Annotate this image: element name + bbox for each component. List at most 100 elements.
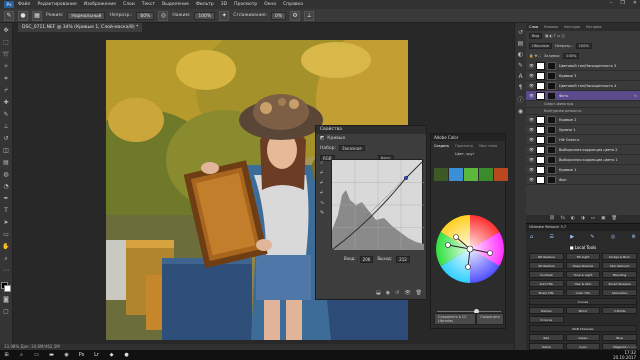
save-to-libraries-button[interactable]: Сохранить в CC Libraries: [434, 313, 477, 325]
visibility-eye-icon[interactable]: 👁: [529, 147, 536, 152]
delete-icon[interactable]: 🗑: [416, 290, 422, 296]
visibility-eye-icon[interactable]: 👁: [529, 83, 536, 88]
browser-icon[interactable]: ◉: [63, 352, 70, 359]
maximize-button[interactable]: ❐: [620, 0, 624, 6]
layer-mask-thumbnail[interactable]: [547, 115, 556, 124]
home-icon[interactable]: ⌂: [530, 234, 533, 240]
local-tool-button[interactable]: Dodge & Burn: [602, 253, 637, 260]
menu-item[interactable]: Текст: [142, 2, 155, 7]
rgb-channel-button[interactable]: Green: [565, 334, 601, 341]
save-button[interactable]: Сохранить: [476, 313, 504, 325]
stamp-tool-icon[interactable]: ⊥: [2, 122, 11, 131]
quick-mask-icon[interactable]: ◙: [2, 295, 11, 304]
local-tool-button[interactable]: Tone & Light: [565, 271, 601, 278]
type-tool-icon[interactable]: T: [2, 206, 11, 215]
tab-channels[interactable]: Каналы: [544, 23, 558, 31]
color-swatches[interactable]: [1, 282, 11, 292]
swatch[interactable]: [479, 168, 493, 181]
layer-row[interactable]: 👁 Фото fx: [526, 91, 640, 101]
layer-mask-thumbnail[interactable]: [547, 155, 556, 164]
smoothing-field[interactable]: 0%: [270, 11, 287, 20]
layer-row[interactable]: Контурная резкость: [526, 108, 640, 115]
menu-item[interactable]: Выделение: [162, 2, 189, 7]
move-tool-icon[interactable]: ✥: [2, 26, 11, 35]
opacity-field[interactable]: 60%: [136, 11, 155, 20]
local-tool-button[interactable]: Smart Sharpen: [602, 280, 637, 287]
layers-footer-icon[interactable]: 🗑: [611, 215, 617, 223]
target-icon[interactable]: ◎: [611, 234, 615, 240]
blend-mode-dropdown[interactable]: Обычные: [529, 43, 552, 49]
layer-effects-badge[interactable]: fx: [634, 94, 637, 98]
lasso-tool-icon[interactable]: ➰: [2, 50, 11, 59]
menu-item[interactable]: Слои: [123, 2, 135, 7]
layer-mask-thumbnail[interactable]: [547, 175, 556, 184]
swatch[interactable]: [464, 168, 478, 181]
layer-row[interactable]: 👁 Кривые 2: [526, 115, 640, 125]
rgb-channel-button[interactable]: Red: [529, 334, 564, 341]
layer-mask-thumbnail[interactable]: [547, 165, 556, 174]
mode-dropdown[interactable]: Нормальный: [67, 11, 106, 20]
filter-icons[interactable]: ▦ ◐ T ▭ ◫: [545, 34, 565, 38]
brush-tool-icon[interactable]: ✎: [4, 10, 14, 21]
play-icon[interactable]: ▶: [570, 234, 574, 240]
curve-tool-button[interactable]: Darken: [529, 307, 564, 314]
visibility-eye-icon[interactable]: 👁: [529, 63, 536, 68]
brush-icon[interactable]: ✎: [590, 234, 594, 240]
menu-item[interactable]: 3D: [221, 2, 227, 7]
menu-item[interactable]: Фильтр: [196, 2, 214, 7]
layer-row[interactable]: 👁 Выборочная коррекция цвета 1: [526, 155, 640, 165]
local-tool-button[interactable]: Hair & Skin: [565, 280, 601, 287]
tab-paths[interactable]: Контуры: [564, 23, 580, 31]
pressure-opacity-icon[interactable]: ◎: [158, 10, 169, 21]
close-button[interactable]: ✕: [633, 0, 637, 6]
clip-to-layer-icon[interactable]: ⬓: [376, 290, 381, 296]
visibility-eye-icon[interactable]: 👁: [529, 137, 536, 142]
quick-select-tool-icon[interactable]: ✧: [2, 62, 11, 71]
character-icon[interactable]: A: [518, 73, 522, 80]
eyedropper-tool-icon[interactable]: ⌿: [2, 86, 11, 95]
app-icon[interactable]: ●: [123, 352, 130, 359]
layer-row[interactable]: 👁 Фон: [526, 175, 640, 185]
layer-fill-field[interactable]: 100%: [563, 53, 580, 59]
photoshop-taskbar-icon[interactable]: Ps: [78, 352, 85, 359]
visibility-eye-icon[interactable]: 👁: [529, 167, 536, 172]
layer-mask-thumbnail[interactable]: [547, 71, 556, 80]
layers-footer-icon[interactable]: ⛓: [549, 215, 555, 223]
tab-create[interactable]: Создать: [434, 144, 449, 148]
curve-point-icon[interactable]: ∿: [320, 200, 328, 206]
path-select-tool-icon[interactable]: ➤: [2, 218, 11, 227]
layers-footer-icon[interactable]: ◑: [581, 215, 585, 223]
menu-item[interactable]: Редактирование: [37, 2, 76, 7]
layers-footer-icon[interactable]: ▭: [591, 215, 595, 223]
layer-row[interactable]: 👁 Уровни 1: [526, 125, 640, 135]
history-icon[interactable]: ↺: [518, 29, 523, 36]
output-value[interactable]: 212: [396, 256, 410, 263]
airbrush-icon[interactable]: ✦: [219, 10, 230, 21]
white-point-eyedropper-icon[interactable]: ⌿: [320, 190, 328, 196]
search-icon[interactable]: ⌕: [18, 352, 25, 359]
tab-layers[interactable]: Слои: [529, 23, 538, 31]
eraser-tool-icon[interactable]: ◫: [2, 146, 11, 155]
brush-settings-icon[interactable]: ✎: [518, 62, 523, 69]
layers-footer-icon[interactable]: ▣: [601, 215, 605, 223]
document-tab[interactable]: DSC_0711.NEF @ 34% (Кривые 1, Слой-маска…: [18, 23, 143, 32]
brush-settings-icon[interactable]: ▦: [32, 10, 42, 21]
input-value[interactable]: 206: [359, 256, 374, 263]
layer-opacity-field[interactable]: 100%: [575, 43, 592, 49]
color-wheel[interactable]: [435, 214, 505, 284]
curve-tool-button[interactable]: 3 Points: [602, 307, 637, 314]
system-clock[interactable]: 17:32 20.10.2017: [613, 350, 636, 360]
properties-icon[interactable]: ▤: [518, 40, 524, 47]
hand-tool-icon[interactable]: ✋: [2, 242, 11, 251]
info-icon[interactable]: ⓘ: [517, 95, 523, 104]
menu-item[interactable]: Изображение: [84, 2, 116, 7]
gray-point-eyedropper-icon[interactable]: ⌿: [320, 180, 328, 186]
layer-mask-thumbnail[interactable]: [547, 135, 556, 144]
crop-tool-icon[interactable]: ⌗: [2, 74, 11, 83]
layer-kind-filter[interactable]: Вид: [529, 33, 543, 39]
curve-tool-button[interactable]: S Curve: [529, 316, 564, 323]
brush-tool-icon[interactable]: ✎: [2, 110, 11, 119]
layer-mask-thumbnail[interactable]: [547, 125, 556, 134]
visibility-eye-icon[interactable]: 👁: [529, 93, 536, 98]
layer-row[interactable]: 👁 НФ Осветл.: [526, 135, 640, 145]
